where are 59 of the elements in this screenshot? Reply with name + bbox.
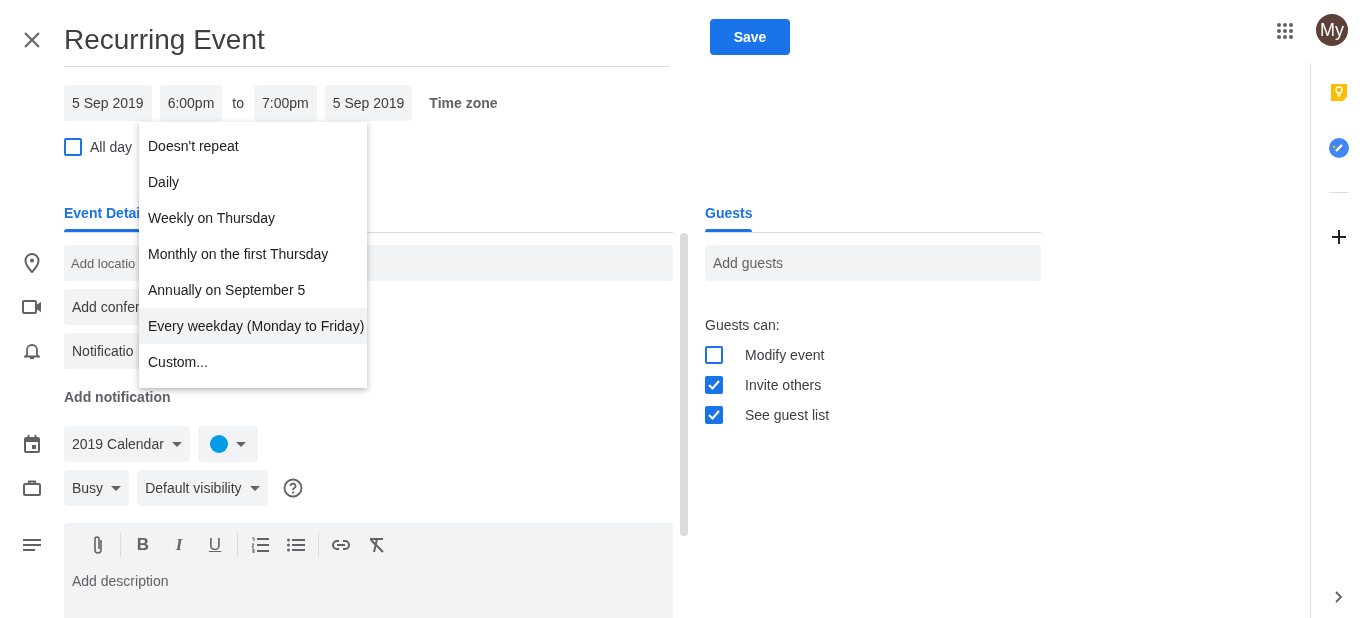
- permission-label: Modify event: [745, 345, 825, 365]
- calendar-icon: [24, 435, 40, 453]
- italic-button[interactable]: I: [175, 532, 183, 558]
- help-icon[interactable]: [282, 478, 303, 498]
- chevron-right-icon[interactable]: [1334, 591, 1343, 603]
- guests-tab[interactable]: Guests: [705, 201, 753, 232]
- calendar-select[interactable]: 2019 Calendar: [64, 426, 190, 462]
- account-avatar[interactable]: My: [1316, 14, 1348, 46]
- paperclip-icon[interactable]: [92, 535, 104, 555]
- bold-button[interactable]: B: [136, 532, 150, 558]
- location-pin-icon: [24, 253, 40, 273]
- permission-checkbox[interactable]: [705, 346, 723, 364]
- to-label: to: [232, 93, 244, 113]
- description-icon: [23, 539, 41, 551]
- availability-select[interactable]: Busy: [64, 470, 130, 506]
- end-date-field[interactable]: 5 Sep 2019: [324, 85, 413, 121]
- numbered-list-icon[interactable]: [251, 537, 269, 553]
- permission-label: Invite others: [745, 375, 822, 395]
- underline-button[interactable]: U: [208, 532, 222, 558]
- visibility-select[interactable]: Default visibility: [137, 470, 268, 506]
- permission-checkbox[interactable]: [705, 376, 723, 394]
- briefcase-icon: [23, 480, 41, 496]
- description-field[interactable]: Add description: [64, 567, 673, 617]
- start-date-field[interactable]: 5 Sep 2019: [64, 85, 152, 121]
- caret-icon: [249, 485, 260, 491]
- add-notification-link[interactable]: Add notification: [64, 389, 171, 405]
- add-icon[interactable]: [1331, 230, 1346, 244]
- clear-formatting-icon[interactable]: [369, 537, 385, 553]
- link-icon[interactable]: [332, 540, 350, 550]
- bulleted-list-icon[interactable]: [287, 538, 305, 552]
- repeat-option[interactable]: Custom...: [139, 344, 367, 380]
- bell-icon: [24, 342, 40, 360]
- caret-icon: [111, 485, 122, 491]
- scrollbar[interactable]: [680, 233, 688, 536]
- add-guests-field[interactable]: Add guests: [705, 245, 1041, 281]
- permission-checkbox[interactable]: [705, 406, 723, 424]
- repeat-option[interactable]: Daily: [139, 164, 367, 200]
- end-time-field[interactable]: 7:00pm: [254, 85, 317, 121]
- save-button[interactable]: Save: [710, 19, 790, 55]
- apps-icon[interactable]: [1276, 22, 1294, 40]
- event-color-select[interactable]: [197, 426, 258, 462]
- time-zone-link[interactable]: Time zone: [429, 92, 498, 114]
- repeat-option[interactable]: Doesn't repeat: [139, 128, 367, 164]
- repeat-option[interactable]: Every weekday (Monday to Friday): [139, 308, 367, 344]
- description-box[interactable]: B I U Add description: [64, 523, 673, 618]
- caret-icon: [235, 441, 246, 447]
- guests-can-label: Guests can:: [705, 316, 781, 335]
- all-day-label: All day: [90, 137, 133, 157]
- notification-select[interactable]: Notificatio: [64, 333, 142, 369]
- all-day-checkbox[interactable]: [64, 138, 82, 156]
- start-time-field[interactable]: 6:00pm: [159, 85, 223, 121]
- event-details-tab[interactable]: Event Detai: [64, 201, 141, 232]
- tasks-check-icon[interactable]: [1328, 138, 1349, 158]
- repeat-option[interactable]: Weekly on Thursday: [139, 200, 367, 236]
- event-title[interactable]: Recurring Event: [64, 0, 670, 67]
- close-icon[interactable]: [23, 31, 41, 49]
- video-camera-icon: [22, 300, 42, 314]
- caret-icon: [171, 441, 182, 447]
- permission-label: See guest list: [745, 405, 830, 425]
